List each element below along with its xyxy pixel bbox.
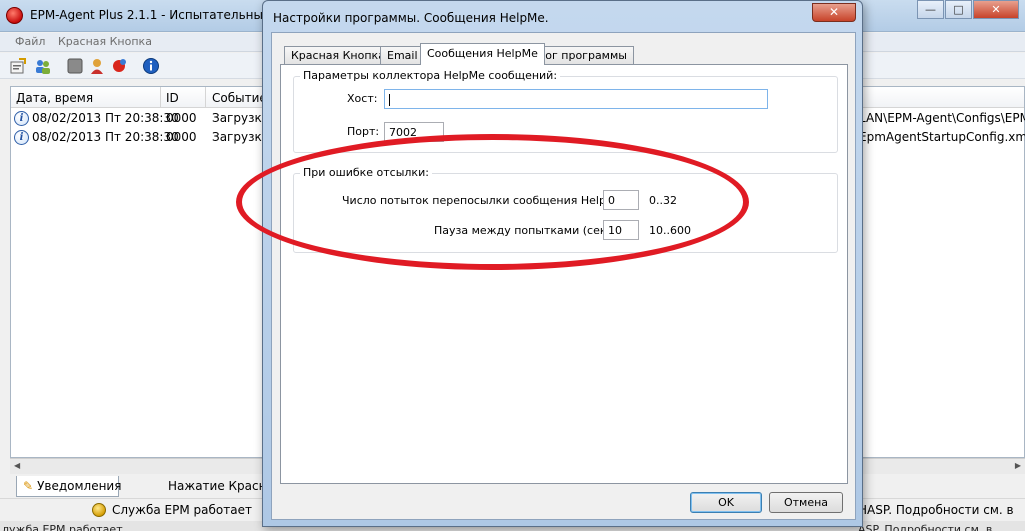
row-date: 08/02/2013 Пт 20:38:30 (32, 130, 179, 144)
stop-icon[interactable] (66, 57, 84, 75)
tab-label: Уведомления (37, 479, 122, 493)
port-label: Порт: (347, 125, 380, 138)
maximize-button[interactable]: □ (945, 0, 972, 19)
retries-label: Число потыток перепосылки сообщения Help… (342, 194, 626, 207)
tab-notifications[interactable]: ✎ Уведомления (16, 476, 122, 497)
port-input[interactable]: 7002 (384, 122, 444, 142)
collector-group-label: Параметры коллектора HelpMe сообщений: (300, 69, 561, 82)
person-icon[interactable] (88, 57, 106, 75)
minimize-button[interactable]: — (917, 0, 944, 19)
info-icon: i (14, 111, 29, 126)
row-date: 08/02/2013 Пт 20:38:30 (32, 111, 179, 125)
cancel-button[interactable]: Отмена (769, 492, 843, 513)
column-separator[interactable] (160, 87, 161, 108)
pause-range: 10..600 (649, 224, 691, 237)
users-icon[interactable] (34, 57, 52, 75)
dialog-client: Красная Кнопка Email Сообщения HelpMe Ло… (271, 32, 856, 520)
info-icon: i (14, 130, 29, 145)
main-window-title: EPM-Agent Plus 2.1.1 - Испытательный пер (30, 8, 298, 22)
settings-dialog: Настройки программы. Сообщения HelpMe. ✕… (262, 0, 863, 527)
row-event-tail: EpmAgentStartupConfig.xml' : (859, 130, 1025, 144)
row-event: Загрузка (212, 111, 270, 125)
retries-range: 0..32 (649, 194, 677, 207)
app-red-button-icon (6, 7, 23, 24)
red-button-icon[interactable] (110, 57, 128, 75)
ok-button[interactable]: OK (690, 492, 762, 513)
row-event-tail: LAN\EPM-Agent\Configs\EPM (859, 111, 1025, 125)
hasp-status-text: HASP. Подробности см. в (858, 503, 1014, 517)
service-status-text: Служба EPM работает (112, 503, 252, 517)
scroll-left-icon[interactable]: ◀ (14, 461, 20, 470)
column-header-id[interactable]: ID (166, 91, 179, 105)
text-caret (389, 94, 390, 106)
info-icon[interactable] (142, 57, 160, 75)
on-error-group: При ошибке отсылки: Число потыток перепо… (293, 166, 838, 253)
service-status-icon (92, 503, 106, 517)
collector-group: Параметры коллектора HelpMe сообщений: Х… (293, 69, 838, 153)
close-button[interactable]: ✕ (973, 0, 1019, 19)
scroll-right-icon[interactable]: ▶ (1015, 461, 1021, 470)
helpme-tab-page: Параметры коллектора HelpMe сообщений: Х… (280, 64, 848, 484)
pause-input[interactable]: 10 (603, 220, 639, 240)
column-header-date[interactable]: Дата, время (16, 91, 93, 105)
tab-email[interactable]: Email (380, 46, 425, 64)
tab-program-log[interactable]: Лог программы (530, 46, 634, 64)
bell-icon: ✎ (23, 479, 34, 493)
service-status-text: лужба EPM работает (2, 523, 123, 531)
tab-red-button[interactable]: Красная Кнопка (284, 46, 392, 64)
on-error-group-label: При ошибке отсылки: (300, 166, 432, 179)
row-id: 0000 (166, 130, 197, 144)
window-controls: — □ ✕ (916, 0, 1019, 19)
dialog-close-button[interactable]: ✕ (812, 3, 856, 22)
menu-red-button[interactable]: Красная Кнопка (58, 35, 152, 48)
host-label: Хост: (347, 92, 378, 105)
hasp-status-text: ASP. Подробности см. в (858, 523, 993, 531)
row-id: 0000 (166, 111, 197, 125)
menu-file[interactable]: Файл (15, 35, 45, 48)
host-input[interactable] (384, 89, 768, 109)
tab-helpme-messages[interactable]: Сообщения HelpMe (420, 43, 545, 65)
column-separator[interactable] (205, 87, 206, 108)
pause-label: Пауза между попытками (сек): (434, 224, 615, 237)
properties-icon[interactable] (9, 57, 27, 75)
row-event: Загрузка (212, 130, 270, 144)
column-header-event[interactable]: Событие (212, 91, 267, 105)
dialog-title: Настройки программы. Сообщения HelpMe. (273, 11, 549, 25)
retries-input[interactable]: 0 (603, 190, 639, 210)
